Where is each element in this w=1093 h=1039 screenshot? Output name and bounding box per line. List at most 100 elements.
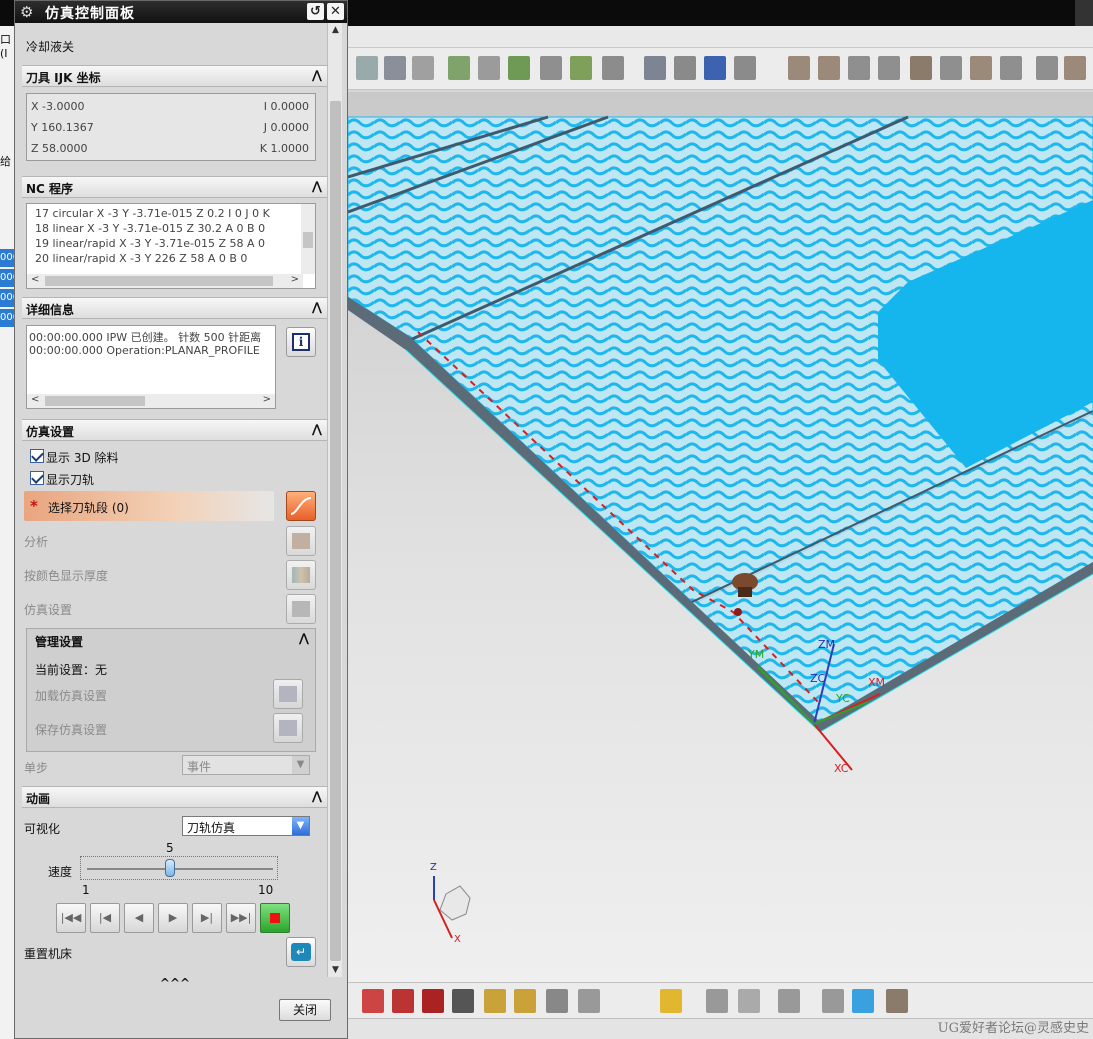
collapse-icon[interactable]: ⋀ [312,179,322,193]
scroll-down-icon[interactable]: ▼ [328,963,343,977]
collapse-icon[interactable]: ⋀ [312,789,322,803]
select-segment-row[interactable]: * 选择刀轨段 (0) [24,491,274,521]
select-segment-button[interactable] [286,491,316,521]
info-button[interactable]: i [286,327,316,357]
scroll-thumb[interactable] [45,396,145,406]
collapse-icon[interactable]: ⋀ [312,68,322,82]
stop-button[interactable] [260,903,290,933]
chevron-down-icon[interactable]: ▼ [292,756,309,774]
collapse-icon[interactable]: ⋀ [312,422,322,436]
tool-icon[interactable] [1036,56,1058,80]
tool-icon[interactable] [448,56,470,80]
dialog-vscroll[interactable]: ▲ ▼ [327,23,342,977]
load-settings-button[interactable] [273,679,303,709]
step-forward-button[interactable]: ▶| [192,903,222,933]
tool-icon[interactable] [578,989,600,1013]
gear-icon[interactable]: ⚙ [20,3,33,21]
tool-icon[interactable] [546,989,568,1013]
tool-icon[interactable] [706,989,728,1013]
tool-icon[interactable] [422,989,444,1013]
section-tool-ijk[interactable]: 刀具 IJK 坐标 ⋀ [22,65,328,87]
nc-line[interactable]: 18 linear X -3 Y -3.71e-015 Z 30.2 A 0 B… [35,222,265,235]
speed-slider[interactable] [80,856,278,880]
section-animation[interactable]: 动画 ⋀ [22,786,328,808]
thickness-button[interactable] [286,560,316,590]
tool-icon[interactable] [970,56,992,80]
rewind-to-start-button[interactable]: |◀◀ [56,903,86,933]
tool-icon[interactable] [392,989,414,1013]
scroll-thumb[interactable] [330,101,341,961]
fast-forward-end-button[interactable]: ▶▶| [226,903,256,933]
nc-hscroll[interactable]: < > [27,274,303,288]
nc-line[interactable]: 17 circular X -3 Y -3.71e-015 Z 0.2 I 0 … [35,207,270,220]
tool-icon[interactable] [1064,56,1086,80]
tool-icon[interactable] [818,56,840,80]
scroll-right-icon[interactable]: > [291,274,299,285]
tool-icon[interactable] [878,56,900,80]
tool-icon[interactable] [704,56,726,80]
scroll-left-icon[interactable]: < [31,274,39,285]
tool-icon[interactable] [362,989,384,1013]
tool-icon[interactable] [384,56,406,80]
save-settings-button[interactable] [273,713,303,743]
tool-icon[interactable] [356,56,378,80]
scroll-thumb[interactable] [45,276,273,286]
tool-icon[interactable] [570,56,592,80]
nc-vscroll[interactable] [301,204,315,274]
tool-icon[interactable] [540,56,562,80]
analysis-button[interactable] [286,526,316,556]
tool-icon[interactable] [478,56,500,80]
tool-icon[interactable] [734,56,756,80]
show-toolpath-checkbox[interactable] [30,471,44,485]
sim-settings-button[interactable] [286,594,316,624]
single-step-select[interactable]: 事件 ▼ [182,755,310,775]
tool-icon[interactable] [484,989,506,1013]
reset-dialog-button[interactable]: ↺ [307,3,324,20]
slider-knob[interactable] [164,859,175,877]
tool-icon[interactable] [1000,56,1022,80]
play-forward-button[interactable]: ▶ [158,903,188,933]
scroll-left-icon[interactable]: < [31,394,39,405]
section-sim-settings[interactable]: 仿真设置 ⋀ [22,419,328,441]
dialog-title-bar[interactable]: ⚙ 仿真控制面板 ↺ ✕ [15,1,347,23]
tool-icon[interactable] [778,989,800,1013]
tool-icon[interactable] [940,56,962,80]
tool-icon[interactable] [848,56,870,80]
visualize-select[interactable]: 刀轨仿真 ▼ [182,816,310,836]
section-details[interactable]: 详细信息 ⋀ [22,297,328,319]
chevron-down-icon[interactable]: ▼ [292,817,309,835]
collapse-icon[interactable]: ⋀ [312,300,322,314]
tool-icon[interactable] [674,56,696,80]
scroll-thumb[interactable] [303,232,313,248]
nc-program-list[interactable]: 17 circular X -3 Y -3.71e-015 Z 0.2 I 0 … [26,203,316,289]
play-backward-button[interactable]: ◀ [124,903,154,933]
close-button[interactable]: 关闭 [279,999,331,1021]
tool-icon[interactable] [910,56,932,80]
tool-icon[interactable] [822,989,844,1013]
tool-icon[interactable] [886,989,908,1013]
details-log[interactable]: 00:00:00.000 IPW 已创建。 针数 500 针距离 00:00:0… [26,325,276,409]
reset-machine-button[interactable]: ↵ [286,937,316,967]
section-nc-program[interactable]: NC 程序 ⋀ [22,176,328,198]
tool-icon[interactable] [452,989,474,1013]
show-3d-removal-checkbox[interactable] [30,449,44,463]
tool-icon[interactable] [412,56,434,80]
log-hscroll[interactable]: < > [27,394,275,408]
tool-icon[interactable] [644,56,666,80]
scroll-up-icon[interactable]: ▲ [328,23,343,37]
collapse-more-button[interactable]: ^^^ [22,977,328,991]
nc-line[interactable]: 20 linear/rapid X -3 Y 226 Z 58 A 0 B 0 [35,252,247,265]
tool-icon[interactable] [738,989,760,1013]
tool-icon[interactable] [514,989,536,1013]
nc-line[interactable]: 19 linear/rapid X -3 Y -3.71e-015 Z 58 A… [35,237,265,250]
tool-icon[interactable] [602,56,624,80]
tool-icon[interactable] [788,56,810,80]
tool-icon[interactable] [508,56,530,80]
collapse-icon[interactable]: ⋀ [299,631,309,645]
close-dialog-button[interactable]: ✕ [327,3,344,20]
tool-icon[interactable] [852,989,874,1013]
graphics-viewport[interactable]: ZM ZC YC XM YM XC Z X [348,92,1093,982]
step-back-button[interactable]: |◀ [90,903,120,933]
scroll-right-icon[interactable]: > [263,394,271,405]
tool-icon[interactable] [660,989,682,1013]
